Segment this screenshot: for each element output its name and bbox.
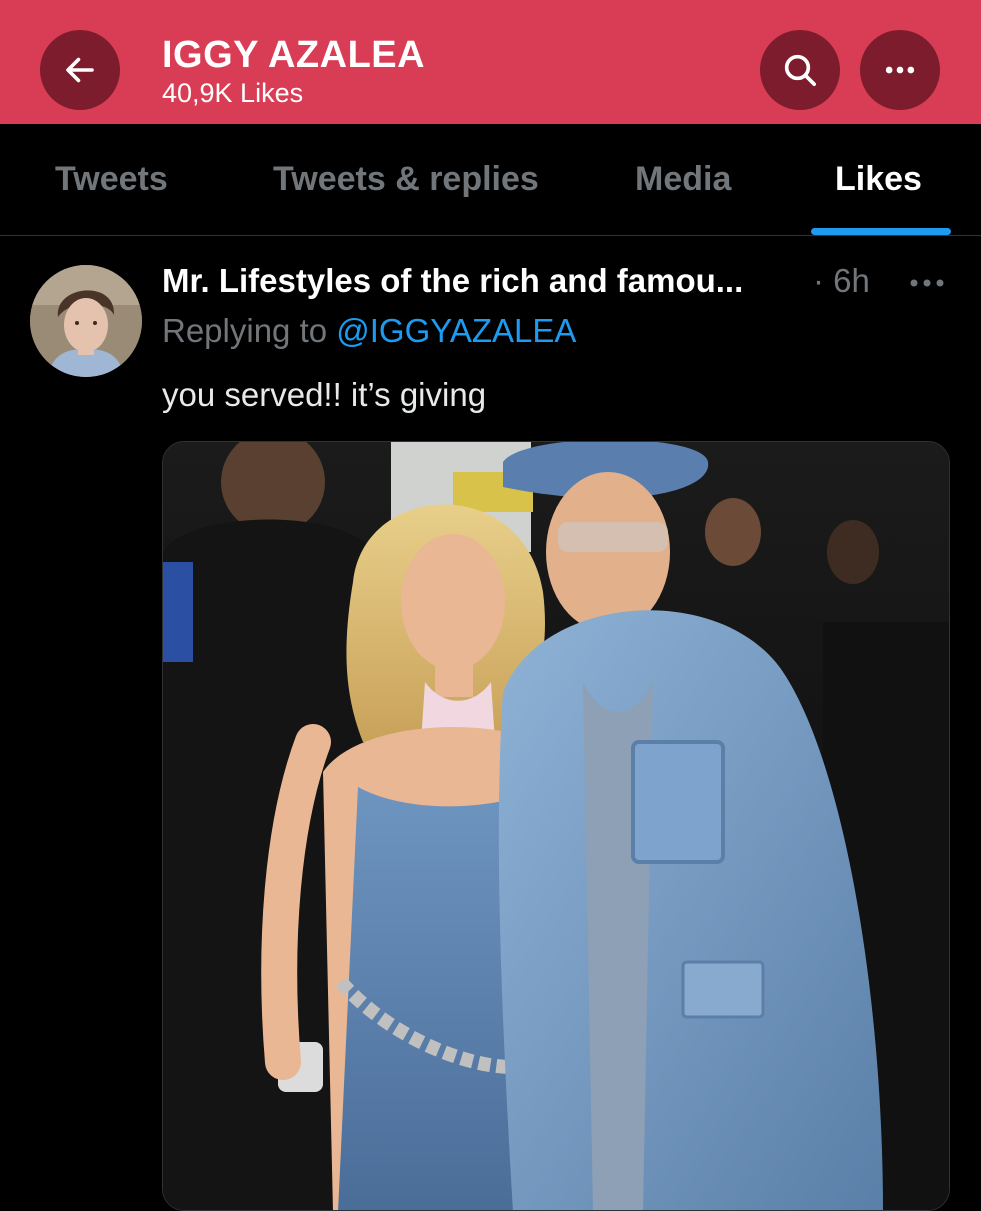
- avatar-image: [30, 265, 142, 377]
- tweet-media-image[interactable]: [162, 441, 950, 1211]
- profile-header: IGGY AZALEA 40,9K Likes: [0, 0, 981, 124]
- replying-to: Replying to @IGGYAZALEA: [162, 312, 576, 350]
- tweet-author-name[interactable]: Mr. Lifestyles of the rich and famou...: [162, 262, 743, 300]
- more-button[interactable]: [860, 30, 940, 110]
- arrow-left-icon: [66, 57, 94, 83]
- search-button[interactable]: [760, 30, 840, 110]
- search-icon: [784, 54, 816, 86]
- profile-name: IGGY AZALEA: [162, 34, 426, 76]
- avatar[interactable]: [30, 265, 142, 377]
- likes-count: 40,9K Likes: [162, 78, 304, 108]
- active-tab-indicator: [811, 228, 951, 235]
- back-button[interactable]: [40, 30, 120, 110]
- tab-tweets-replies[interactable]: Tweets & replies: [273, 160, 539, 199]
- profile-tabs: Tweets Tweets & replies Media Likes: [0, 124, 981, 236]
- replying-handle-link[interactable]: @IGGYAZALEA: [336, 312, 576, 349]
- tab-media[interactable]: Media: [635, 160, 731, 199]
- photo-illustration: [163, 442, 949, 1210]
- tab-tweets[interactable]: Tweets: [55, 160, 168, 199]
- tab-likes[interactable]: Likes: [835, 160, 922, 199]
- tweet-more-button[interactable]: [905, 268, 949, 298]
- more-horizontal-icon: [910, 279, 944, 287]
- more-horizontal-icon: [885, 66, 915, 74]
- tweet-text: you served!! it’s giving: [162, 376, 487, 413]
- replying-prefix: Replying to: [162, 312, 337, 349]
- tweet-time[interactable]: · 6h: [813, 262, 870, 300]
